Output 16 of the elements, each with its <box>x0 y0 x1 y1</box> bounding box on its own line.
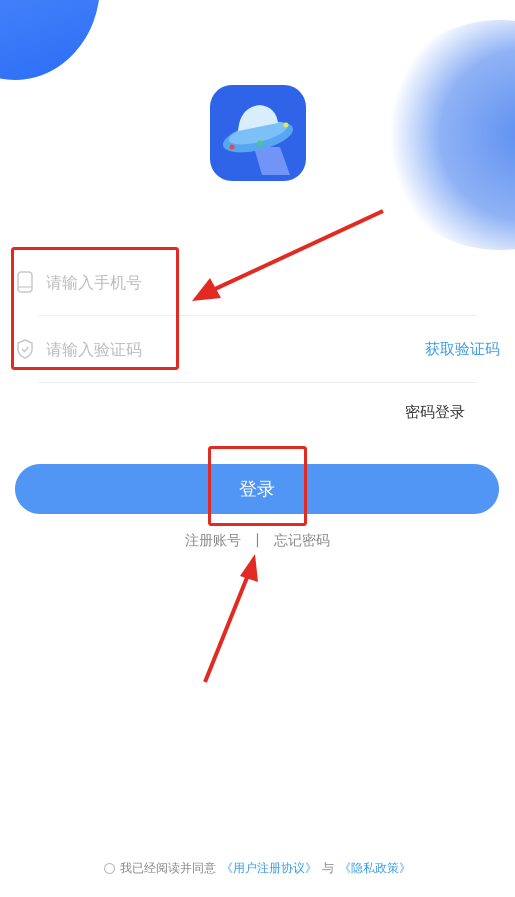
phone-icon <box>16 271 34 293</box>
register-link[interactable]: 注册账号 <box>185 532 242 550</box>
conjunction-text: 与 <box>322 860 334 877</box>
login-button[interactable]: 登录 <box>15 464 499 514</box>
forgot-password-link[interactable]: 忘记密码 <box>274 532 330 550</box>
privacy-policy-link[interactable]: 《隐私政策》 <box>339 860 411 877</box>
agreement-radio[interactable] <box>104 863 115 874</box>
ufo-logo-icon <box>210 85 306 181</box>
agreement-text: 我已经阅读并同意 <box>120 860 216 877</box>
password-login-link[interactable]: 密码登录 <box>405 403 465 422</box>
get-code-link[interactable]: 获取验证码 <box>425 340 500 358</box>
shield-icon <box>16 338 34 360</box>
code-input-field[interactable]: 请输入验证码 <box>46 340 413 358</box>
phone-input-field[interactable]: 请输入手机号 <box>46 272 500 292</box>
user-agreement-link[interactable]: 《用户注册协议》 <box>221 860 317 877</box>
separator: | <box>255 532 260 550</box>
